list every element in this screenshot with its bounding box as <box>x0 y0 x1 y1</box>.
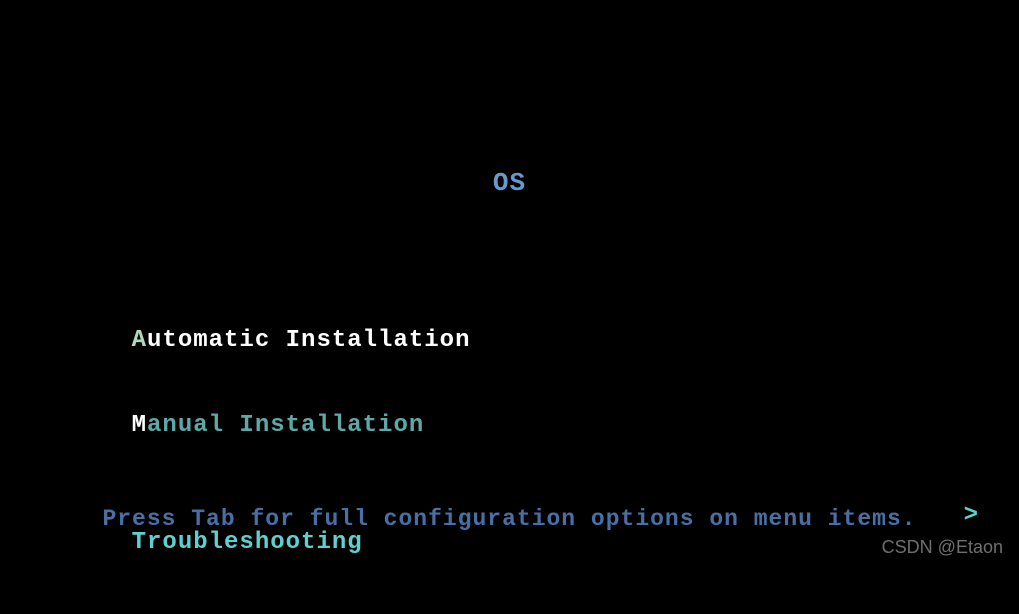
menu-item-label: roubleshooting <box>147 529 363 556</box>
watermark: CSDN @Etaon <box>882 537 1003 558</box>
menu-hotkey: M <box>132 412 147 439</box>
menu-item-manual-installation[interactable]: Manual Installation <box>70 385 989 466</box>
menu-separator <box>70 470 989 498</box>
boot-menu: Automatic Installation Manual Installati… <box>70 300 989 614</box>
menu-hotkey: T <box>132 529 147 556</box>
menu-item-automatic-installation[interactable]: Automatic Installation <box>70 300 989 381</box>
hint-text: Press Tab for full configuration options… <box>0 506 1019 532</box>
boot-title: OS <box>0 168 1019 198</box>
menu-hotkey: A <box>132 327 147 354</box>
menu-item-label: anual Installation <box>147 412 424 439</box>
menu-item-label: utomatic Installation <box>147 327 470 354</box>
